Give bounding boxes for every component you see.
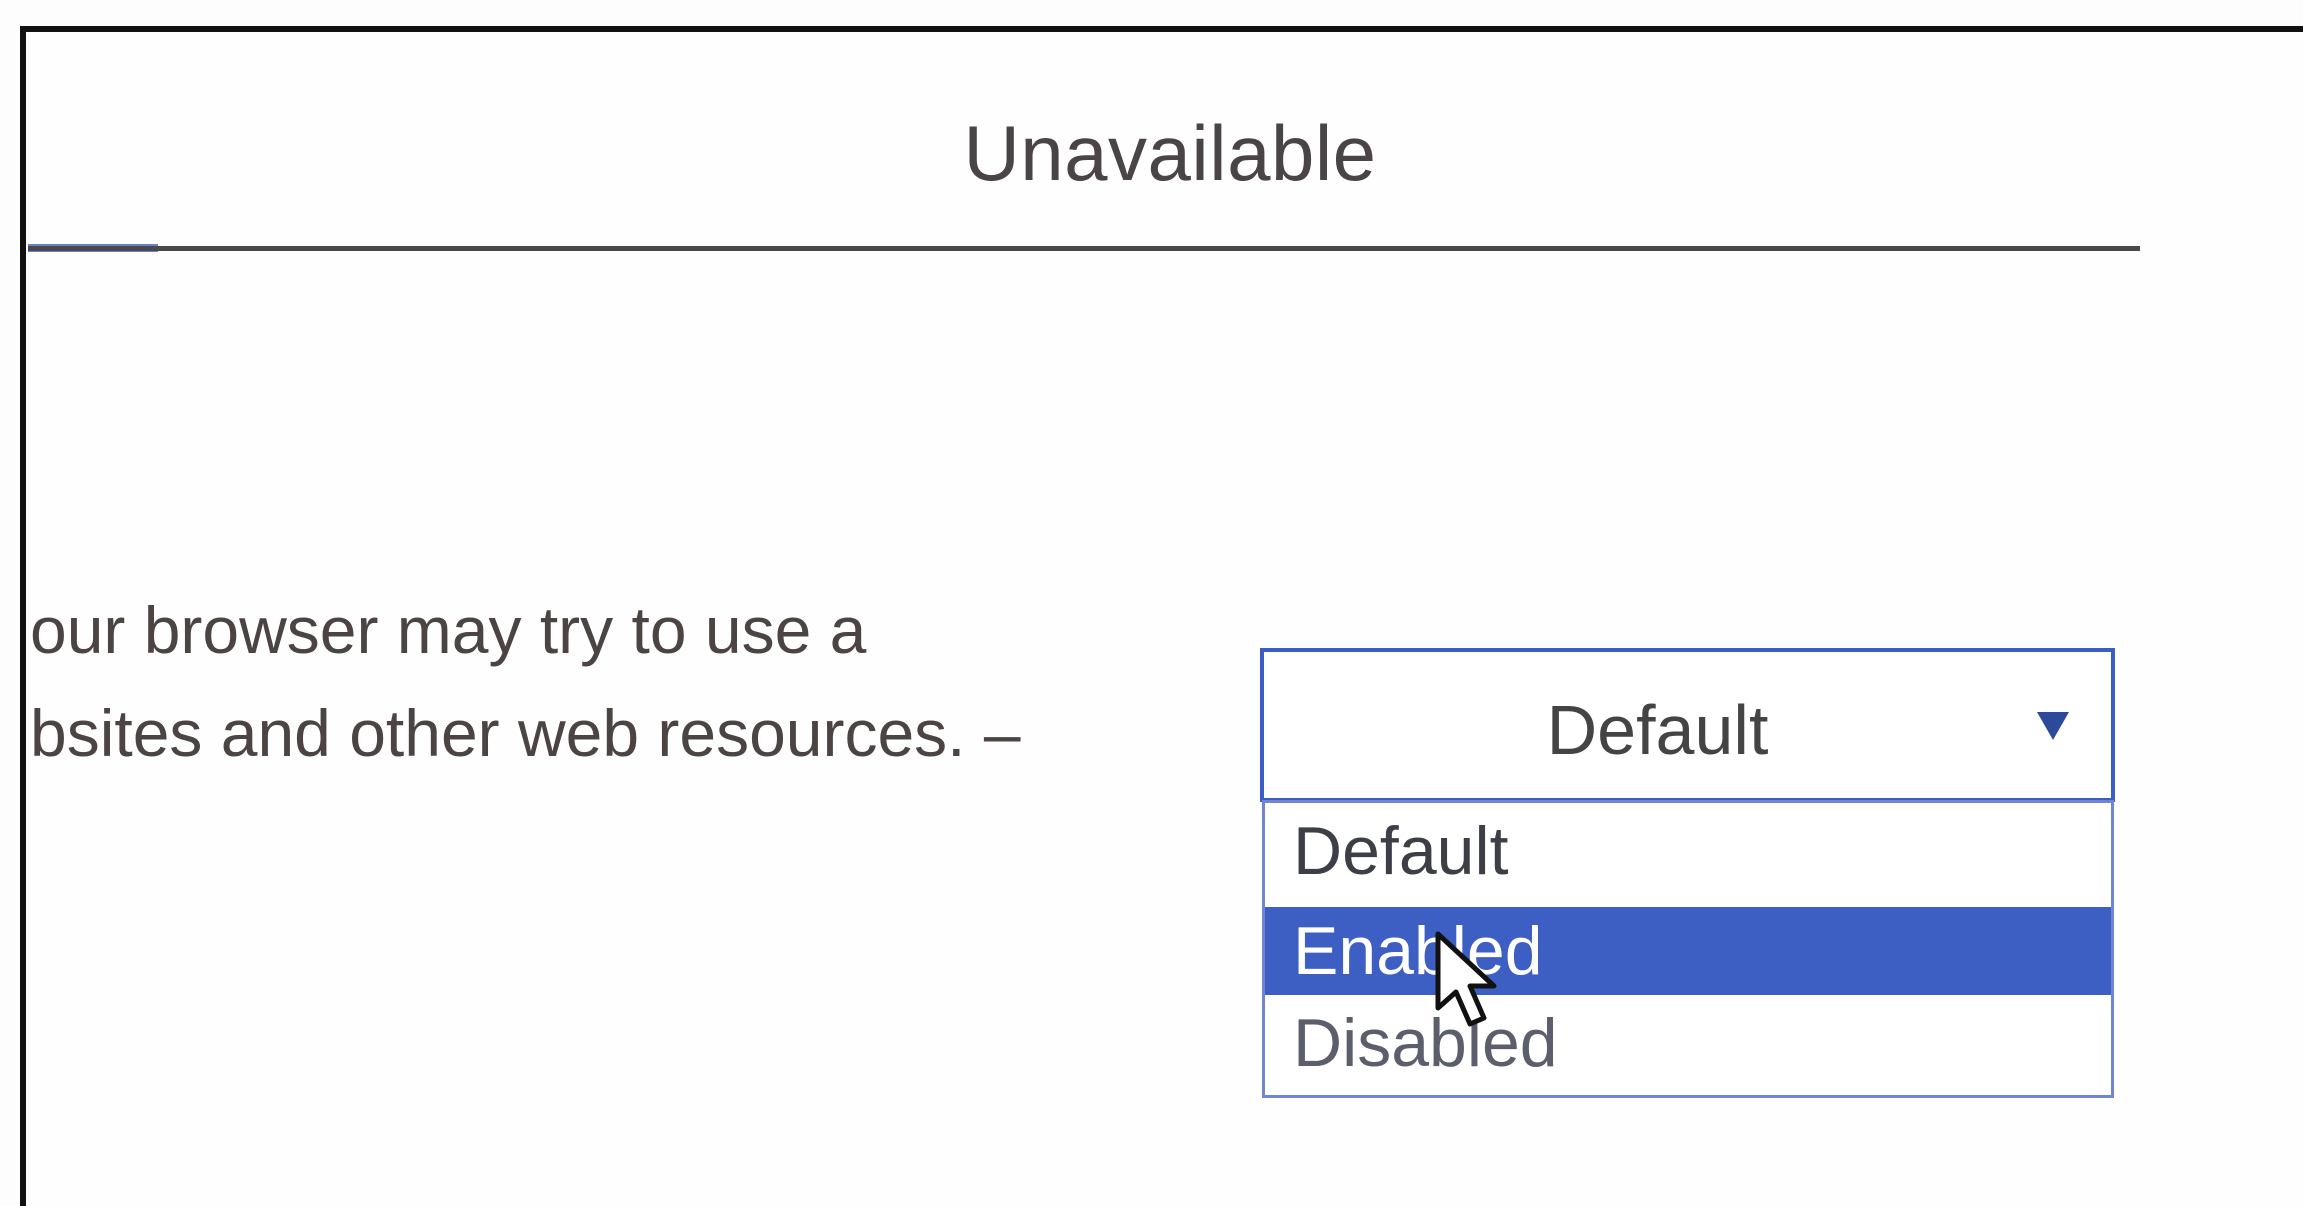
mouse-pointer-icon [1435,931,1497,1027]
option-disabled[interactable]: Disabled [1265,999,2111,1087]
triangle-down-icon[interactable] [2037,712,2069,740]
tab-unavailable[interactable]: Unavailable [26,108,2303,199]
select-current-value: Default [1546,691,1769,769]
setting-description-line-2: bsites and other web resources. – [30,696,1021,770]
setting-select[interactable]: Default [1260,648,2115,802]
screenshot-stage: Unavailable our browser may try to use a… [0,0,2303,1206]
option-default[interactable]: Default [1265,807,2111,895]
tab-divider [28,246,2140,251]
setting-description-line-1: our browser may try to use a [30,593,867,667]
option-enabled[interactable]: Enabled [1265,907,2111,995]
select-options-list: Default Enabled Disabled [1262,800,2114,1098]
